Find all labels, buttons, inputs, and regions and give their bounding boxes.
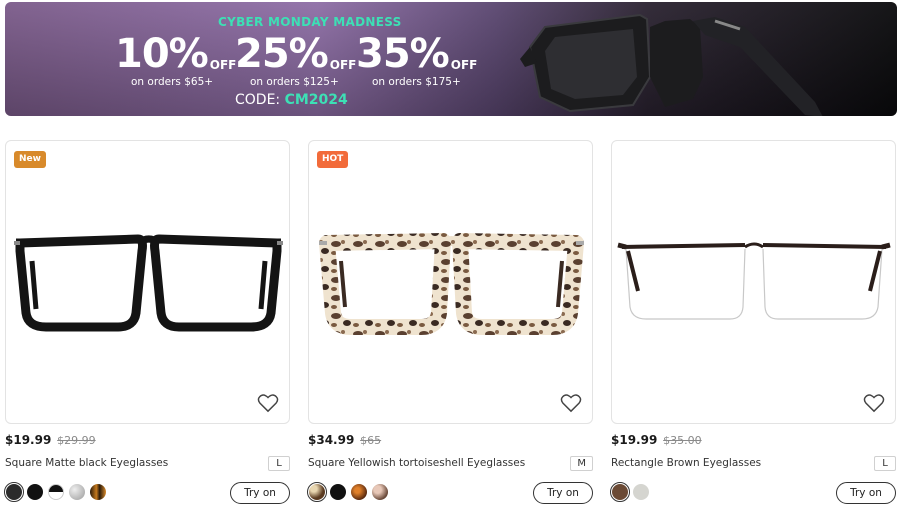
try-on-button[interactable]: Try on: [533, 482, 593, 504]
product-card[interactable]: New $19.99 $29.99 Square Matte black Eye…: [4, 140, 290, 504]
offer-25: 25% OFF on orders $125+: [235, 31, 357, 88]
swatch-black[interactable]: [330, 484, 346, 500]
swatch-brown[interactable]: [610, 482, 630, 502]
swatch-silver[interactable]: [633, 484, 649, 500]
swatch-matte-black[interactable]: [4, 482, 24, 502]
banner-headline: CYBER MONDAY MADNESS: [218, 15, 402, 29]
offer-condition: on orders $65+: [131, 76, 214, 88]
offer-10: 10% OFF on orders $65+: [115, 31, 237, 88]
product-image-frame[interactable]: [611, 140, 896, 424]
product-name[interactable]: Square Yellowish tortoiseshell Eyeglasse…: [308, 457, 525, 469]
price-row: $19.99 $29.99: [5, 433, 96, 447]
product-card[interactable]: $19.99 $35.00 Rectangle Brown Eyeglasses…: [610, 140, 896, 504]
offer-off: OFF: [329, 58, 357, 72]
old-price: $29.99: [57, 434, 96, 447]
size-tag: L: [268, 456, 290, 471]
product-card[interactable]: HOT $34.99 $65 Square Yellowish tortoise…: [307, 140, 593, 504]
product-image-frame[interactable]: New: [5, 140, 290, 424]
offer-percent: 25%: [235, 31, 329, 77]
swatch-tortoise-light[interactable]: [307, 482, 327, 502]
hot-badge: HOT: [317, 151, 349, 168]
swatch-havana[interactable]: [351, 484, 367, 500]
offer-condition: on orders $125+: [250, 76, 339, 88]
heart-icon[interactable]: [863, 393, 885, 413]
size-tag: L: [874, 456, 896, 471]
offer-off: OFF: [209, 58, 237, 72]
swatch-black[interactable]: [27, 484, 43, 500]
product-image-frame[interactable]: HOT: [308, 140, 593, 424]
old-price: $65: [360, 434, 382, 447]
promo-banner[interactable]: CYBER MONDAY MADNESS 10% OFF on orders $6…: [5, 2, 897, 116]
heart-icon[interactable]: [257, 393, 279, 413]
price: $19.99: [611, 433, 658, 447]
price: $34.99: [308, 433, 355, 447]
product-name[interactable]: Square Matte black Eyeglasses: [5, 457, 168, 469]
heart-icon[interactable]: [560, 393, 582, 413]
color-swatches: [4, 482, 106, 502]
product-image: [617, 242, 891, 320]
offer-percent: 35%: [356, 31, 450, 77]
price-row: $34.99 $65: [308, 433, 381, 447]
offer-condition: on orders $175+: [372, 76, 461, 88]
product-image: [14, 234, 283, 332]
color-swatches: [610, 482, 649, 502]
banner-glasses-image: [520, 13, 823, 116]
new-badge: New: [14, 151, 46, 168]
offer-off: OFF: [450, 58, 478, 72]
price: $19.99: [5, 433, 52, 447]
offer-percent: 10%: [115, 31, 209, 77]
promo-code: CODE: CM2024: [235, 92, 348, 108]
code-label: CODE:: [235, 92, 285, 108]
product-image: [319, 233, 584, 335]
code-value: CM2024: [284, 92, 348, 108]
swatch-black-white[interactable]: [48, 484, 64, 500]
old-price: $35.00: [663, 434, 702, 447]
try-on-button[interactable]: Try on: [230, 482, 290, 504]
price-row: $19.99 $35.00: [611, 433, 702, 447]
swatch-grey[interactable]: [69, 484, 85, 500]
try-on-button[interactable]: Try on: [836, 482, 896, 504]
size-tag: M: [570, 456, 593, 471]
product-name[interactable]: Rectangle Brown Eyeglasses: [611, 457, 761, 469]
color-swatches: [307, 482, 388, 502]
offer-35: 35% OFF on orders $175+: [356, 31, 478, 88]
swatch-tortoise[interactable]: [90, 484, 106, 500]
swatch-pink-tortoise[interactable]: [372, 484, 388, 500]
